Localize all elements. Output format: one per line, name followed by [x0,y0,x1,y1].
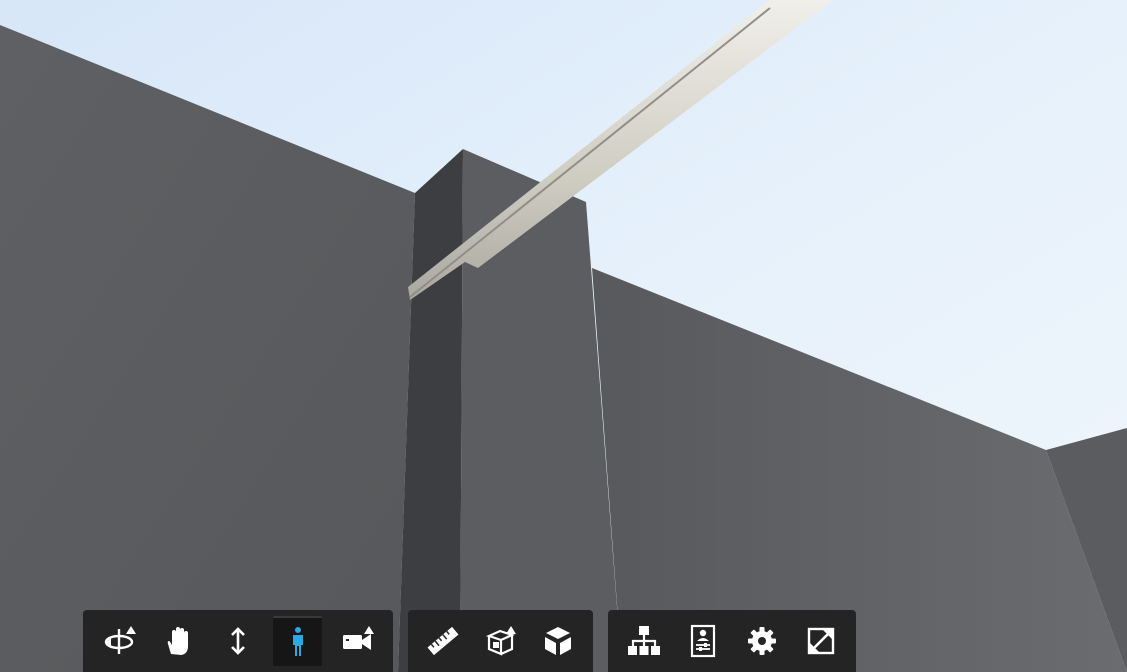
measure-toolbar [408,610,593,672]
submenu-arrow-icon [363,626,374,634]
ruler-icon [427,626,459,656]
first-person-button[interactable] [272,616,323,666]
measure-button[interactable] [419,616,467,666]
navigation-toolbar [83,610,393,672]
fullscreen-button[interactable] [796,616,845,666]
zoom-button[interactable] [213,616,263,666]
submenu-arrow-icon [506,626,517,634]
3d-viewport[interactable] [0,0,1127,672]
settings-button[interactable] [737,616,786,666]
zoom-vertical-arrows-icon [231,627,245,655]
explode-button[interactable] [534,616,582,666]
submenu-arrow-icon [125,626,136,634]
camera-button[interactable] [332,616,382,666]
explode-cube-icon [545,627,572,655]
orbit-button[interactable] [94,616,144,666]
model-browser-button[interactable] [619,616,668,666]
pan-button[interactable] [154,616,204,666]
3d-scene[interactable] [0,0,1127,672]
properties-panel-icon [690,624,715,658]
person-walk-icon [292,627,303,656]
pan-hand-icon [168,627,189,655]
settings-toolbar [608,610,856,672]
fullscreen-icon [807,627,834,655]
properties-button[interactable] [678,616,727,666]
model-tree-icon [627,626,660,655]
section-button[interactable] [477,616,525,666]
gear-icon [747,627,776,655]
